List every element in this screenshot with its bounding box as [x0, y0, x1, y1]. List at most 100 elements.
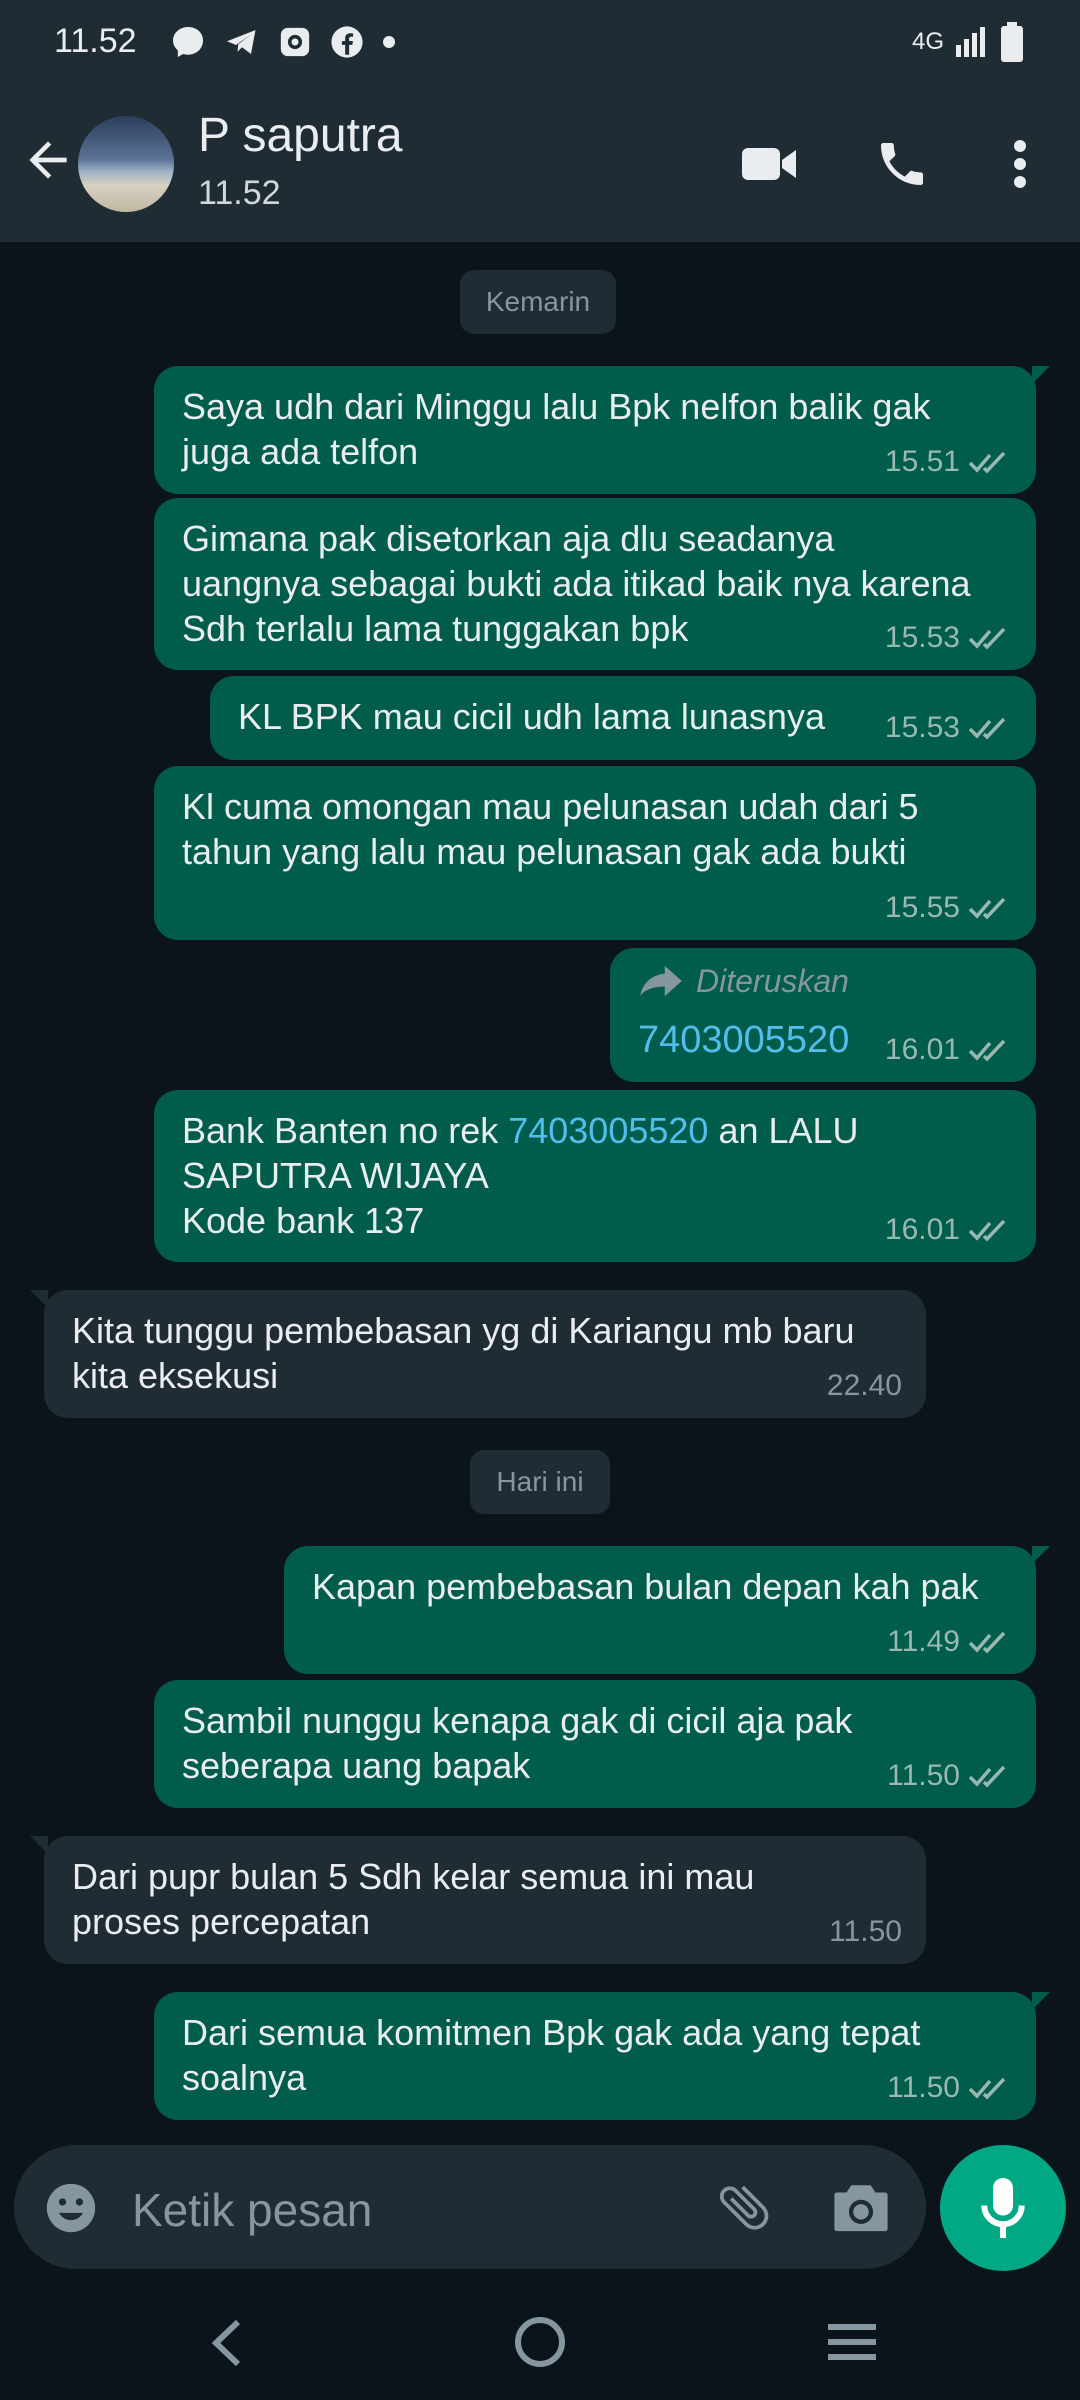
message-bubble-outgoing[interactable]: Kl cuma omongan mau pelunasan udah dari …: [154, 766, 1036, 940]
message-text-line: uangnya sebagai bukti ada itikad baik ny…: [182, 563, 971, 604]
nav-home-icon: [515, 2317, 565, 2367]
contact-avatar[interactable]: [78, 116, 174, 212]
message-meta: 22.40: [827, 1363, 902, 1408]
message-meta: 16.01: [885, 1027, 1012, 1072]
back-arrow-icon: [29, 141, 67, 179]
message-composer: Ketik pesan: [14, 2145, 926, 2269]
message-text-line: Kita tunggu pembebasan yg di Kariangu mb…: [72, 1310, 855, 1351]
message-time: 16.01: [884, 1213, 960, 1246]
more-vert-icon: [1014, 140, 1026, 188]
battery-icon: [1001, 22, 1023, 62]
message-meta: 11.50: [887, 1753, 1012, 1798]
message-text-line: Gimana pak disetorkan aja dlu seadanya: [182, 518, 835, 559]
forward-icon: [640, 965, 682, 997]
message-meta: 11.50: [887, 2065, 1012, 2110]
message-text-line: Kapan pembebasan bulan depan kah pak: [312, 1566, 979, 1607]
date-chip-yesterday: Kemarin: [460, 270, 616, 334]
nav-recents-button[interactable]: [826, 2322, 878, 2367]
back-button[interactable]: [20, 132, 80, 192]
message-text-line: Bank Banten no rek 7403005520 an LALU: [182, 1108, 1008, 1153]
message-meta: 11.49: [887, 1619, 1012, 1664]
message-time: 15.53: [884, 621, 960, 654]
message-bubble-forwarded[interactable]: Diteruskan 7403005520 16.01: [610, 948, 1036, 1082]
message-meta: 15.53: [885, 615, 1012, 660]
last-seen: 11.52: [198, 174, 281, 212]
nav-back-button[interactable]: [208, 2318, 248, 2373]
message-list[interactable]: Kemarin Saya udh dari Minggu lalu Bpk ne…: [0, 242, 1080, 2142]
signal-icon: [956, 27, 985, 57]
double-check-icon: [968, 1765, 1006, 1788]
message-time: 11.50: [887, 1759, 960, 1792]
telegram-notification-icon: [227, 30, 256, 54]
status-right: 4G: [912, 22, 1024, 62]
mic-icon: [981, 2178, 1025, 2238]
attach-icon: [719, 2185, 769, 2230]
account-number-link[interactable]: 7403005520: [508, 1110, 708, 1151]
double-check-icon: [968, 1631, 1006, 1654]
double-check-icon: [968, 1219, 1006, 1242]
message-text-line: seberapa uang bapak: [182, 1745, 531, 1786]
message-text-line: Saya udh dari Minggu lalu Bpk nelfon bal…: [182, 386, 931, 427]
message-text-line: proses percepatan: [72, 1901, 371, 1942]
video-call-button[interactable]: [740, 136, 800, 197]
voice-call-button[interactable]: [874, 136, 930, 197]
phone-icon: [881, 143, 923, 185]
nav-home-button[interactable]: [514, 2316, 566, 2373]
attach-button[interactable]: [714, 2177, 774, 2242]
status-time: 11.52: [54, 22, 137, 60]
camera-icon: [834, 2185, 888, 2232]
network-type: 4G: [911, 28, 944, 55]
message-time: 11.50: [887, 2071, 960, 2104]
message-bubble-outgoing[interactable]: Dari semua komitmen Bpk gak ada yang tep…: [154, 1992, 1050, 2120]
message-meta: 11.50: [829, 1909, 902, 1954]
message-time: 15.55: [884, 891, 960, 924]
camera-button[interactable]: [832, 2179, 890, 2240]
message-meta: 16.01: [885, 1207, 1012, 1252]
double-check-icon: [968, 717, 1006, 740]
double-check-icon: [968, 2077, 1006, 2100]
message-bubble-outgoing[interactable]: Bank Banten no rek 7403005520 an LALU SA…: [154, 1090, 1036, 1262]
message-text-line: Sambil nunggu kenapa gak di cicil aja pa…: [182, 1700, 853, 1741]
message-bubble-outgoing[interactable]: Sambil nunggu kenapa gak di cicil aja pa…: [154, 1680, 1036, 1808]
more-options-button[interactable]: [1000, 136, 1040, 197]
facebook-notification-icon: [331, 26, 363, 58]
date-chip-today: Hari ini: [470, 1450, 610, 1514]
video-call-icon: [742, 148, 796, 180]
message-time: 11.49: [887, 1625, 960, 1658]
double-check-icon: [968, 1039, 1006, 1062]
forwarded-label: Diteruskan: [638, 958, 1008, 1004]
message-input[interactable]: Ketik pesan: [132, 2183, 372, 2237]
emoji-icon: [46, 2183, 96, 2233]
chat-header: P saputra 11.52: [0, 86, 1080, 242]
double-check-icon: [968, 451, 1006, 474]
message-meta: 15.51: [885, 439, 1012, 484]
message-bubble-outgoing[interactable]: Saya udh dari Minggu lalu Bpk nelfon bal…: [154, 366, 1050, 494]
nav-recents-icon: [828, 2324, 876, 2360]
message-time: 22.40: [826, 1369, 902, 1402]
message-meta: 15.53: [885, 705, 1012, 750]
double-check-icon: [968, 897, 1006, 920]
message-text: Bank Banten no rek: [182, 1110, 509, 1151]
message-meta: 15.55: [885, 885, 1012, 930]
voice-record-button[interactable]: [940, 2145, 1066, 2271]
contact-name[interactable]: P saputra: [198, 108, 403, 163]
message-bubble-outgoing[interactable]: Gimana pak disetorkan aja dlu seadanya u…: [154, 498, 1036, 670]
nav-back-icon: [211, 2319, 241, 2367]
message-text-line: tahun yang lalu mau pelunasan gak ada bu…: [182, 831, 907, 872]
message-text-line: kita eksekusi: [72, 1355, 279, 1396]
message-time: 15.51: [884, 445, 960, 478]
message-bubble-incoming[interactable]: Dari pupr bulan 5 Sdh kelar semua ini ma…: [30, 1836, 926, 1964]
message-bubble-outgoing[interactable]: KL BPK mau cicil udh lama lunasnya 15.53: [210, 676, 1036, 760]
notification-icons: [170, 24, 396, 60]
message-text-line: soalnya: [182, 2057, 307, 2098]
message-text-line: Dari pupr bulan 5 Sdh kelar semua ini ma…: [72, 1856, 755, 1897]
message-bubble-outgoing[interactable]: Kapan pembebasan bulan depan kah pak 11.…: [284, 1546, 1050, 1674]
message-time: 15.53: [884, 711, 960, 744]
emoji-button[interactable]: [42, 2179, 100, 2242]
messenger-notification-icon: [173, 27, 203, 57]
system-nav-bar: [0, 2284, 1080, 2400]
message-bubble-incoming[interactable]: Kita tunggu pembebasan yg di Kariangu mb…: [30, 1290, 926, 1418]
forwarded-text: Diteruskan: [696, 962, 849, 999]
app-notification-icon: [280, 27, 310, 57]
message-text-line: Dari semua komitmen Bpk gak ada yang tep…: [182, 2012, 921, 2053]
